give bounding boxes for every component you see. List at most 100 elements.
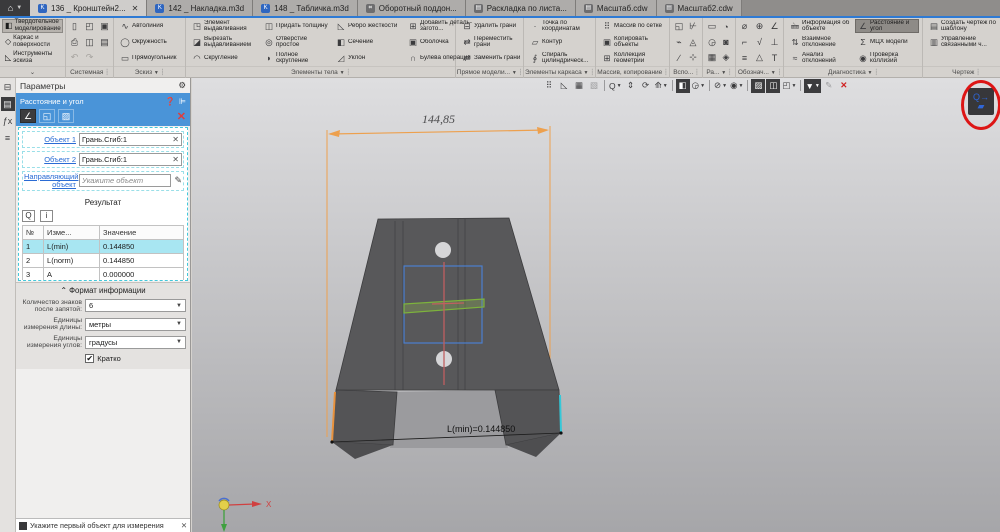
close-icon[interactable]: ✕: [132, 4, 139, 13]
btn-cut-extrude[interactable]: ◪Вырезать выдавливанием: [189, 35, 259, 49]
group-name-frame[interactable]: Элементы каркаса ▼ ┆: [524, 66, 595, 78]
section-view-icon[interactable]: ◫: [766, 79, 780, 93]
close-icon[interactable]: ✕: [181, 521, 187, 530]
gear-icon[interactable]: ⚙: [178, 80, 186, 91]
base-icon[interactable]: ⊥: [767, 35, 782, 50]
table-row[interactable]: 3A0.000000: [23, 267, 184, 280]
ghost-view-icon[interactable]: ◉▼: [729, 79, 744, 93]
variables-fx-icon[interactable]: ƒx: [1, 114, 15, 128]
group-name-body[interactable]: Элементы тела ▼ ┆: [186, 66, 455, 78]
tab-document-5[interactable]: ▤ Раскладка по листа...: [466, 0, 576, 16]
btn-point-coords[interactable]: ∙Точка по координатам: [527, 19, 597, 33]
save-as-icon[interactable]: ▤: [97, 35, 112, 50]
rough-icon[interactable]: √: [752, 35, 767, 50]
object1-link[interactable]: Объект 1: [24, 136, 76, 144]
layout-sheet-icon[interactable]: ▭: [705, 19, 719, 34]
clear-icon[interactable]: ✕: [172, 155, 179, 164]
length-units-select[interactable]: метры▼: [85, 318, 186, 331]
info-icon[interactable]: i: [40, 210, 53, 222]
guide-object-value[interactable]: Укажите объект: [79, 174, 171, 187]
group-name-layout[interactable]: Ра... ▼ ┆: [703, 66, 735, 78]
clip-view-icon[interactable]: ▨: [751, 79, 765, 93]
btn-mass-properties[interactable]: ΣМЦХ модели: [855, 35, 919, 49]
angle-dim-icon[interactable]: ∠: [767, 19, 782, 34]
aux-line-icon[interactable]: ⌁: [672, 35, 686, 50]
print-icon[interactable]: ⎙: [67, 35, 82, 50]
btn-collision-check[interactable]: ◉Проверка коллизий: [855, 51, 919, 65]
btn-autoline[interactable]: ∿Автолиния: [117, 19, 187, 33]
parameters-panel-icon[interactable]: ▤: [1, 97, 15, 111]
btn-full-round[interactable]: ◗Полное скругление: [261, 51, 331, 65]
home-button[interactable]: ⌂▼: [0, 0, 30, 16]
dimension-text[interactable]: 144,85: [422, 112, 455, 126]
group-name-sketch[interactable]: Эскиз ▼ ┆: [114, 66, 185, 78]
group-name-direct[interactable]: Прямое модели... ▼ ┆: [456, 66, 523, 78]
btn-fillet[interactable]: ◠Скругление: [189, 51, 259, 65]
brief-checkbox[interactable]: ✔: [85, 354, 94, 363]
group-name-array[interactable]: Массив, копирование ┆: [596, 66, 669, 78]
btn-mutual-deviation[interactable]: ⇅Взаимное отклонение: [787, 35, 853, 49]
options-list-icon[interactable]: ⊫: [179, 97, 186, 106]
model-viewport[interactable]: 144,85: [192, 78, 1000, 532]
decimals-select[interactable]: 6▼: [85, 299, 186, 312]
object2-link[interactable]: Объект 2: [24, 156, 76, 164]
zoom-icon[interactable]: Q▼: [608, 79, 623, 93]
btn-extrude[interactable]: ◳Элемент выдавливания: [189, 19, 259, 33]
toolbar-grip[interactable]: ⠿: [542, 79, 556, 93]
btn-replace-faces[interactable]: ⇌Заменить грани: [459, 51, 529, 65]
group-name-diagnostics[interactable]: Диагностика ▼ ┆: [784, 66, 922, 78]
layout-close-icon[interactable]: ◈: [719, 50, 733, 65]
tab-document-2[interactable]: K 142 _ Накладка.m3d: [147, 0, 253, 16]
btn-spiral[interactable]: ∮Спираль цилиндрическ...: [527, 51, 597, 65]
tolerance-icon[interactable]: △: [752, 50, 767, 65]
new-doc-icon[interactable]: ▯: [67, 19, 82, 34]
pick-pencil-icon[interactable]: ✎: [174, 175, 182, 186]
object2-value[interactable]: Грань.Сгиб:1✕: [79, 153, 182, 166]
cancel-command-icon[interactable]: ✕: [177, 110, 186, 123]
abort-icon[interactable]: ✕: [837, 79, 851, 93]
group-name-designation[interactable]: Обознач... ▼ ┆: [736, 66, 783, 78]
eraser-icon[interactable]: ⌀: [737, 19, 752, 34]
col-measure[interactable]: Изме...: [44, 225, 100, 239]
display-mode-icon[interactable]: ◶▼: [691, 79, 706, 93]
col-value[interactable]: Значение: [100, 225, 184, 239]
clear-icon[interactable]: ✕: [172, 135, 179, 144]
text-icon[interactable]: Т: [767, 50, 782, 65]
datum-icon[interactable]: ⊕: [752, 19, 767, 34]
btn-manage-linked[interactable]: ▥Управление связанными ч...: [926, 35, 1000, 49]
btn-circle[interactable]: ◯Окружность: [117, 35, 187, 49]
bracket-left-leg[interactable]: [332, 390, 397, 445]
group-name-drawing[interactable]: Чертеж ┆: [923, 66, 1000, 78]
aux-point-icon[interactable]: ◬: [686, 35, 700, 50]
aux-cs-icon[interactable]: ⊹: [686, 50, 700, 65]
redo-icon[interactable]: ↷: [82, 50, 97, 65]
btn-contour[interactable]: ▱Контур: [527, 35, 597, 49]
mode-wireframe-surfaces[interactable]: ◇Каркас и поверхности: [2, 35, 63, 49]
origin-sphere[interactable]: [219, 500, 229, 510]
tool-measure-area-icon[interactable]: ▨: [58, 109, 74, 123]
btn-section[interactable]: ◧Сечение: [333, 35, 403, 49]
shaded-view-icon[interactable]: ◧: [676, 79, 690, 93]
dimension-line[interactable]: [330, 130, 547, 134]
hole-top[interactable]: [435, 242, 451, 258]
group-name-system[interactable]: Системная ┆: [66, 66, 113, 78]
btn-move-faces[interactable]: ⇄Переместить грани: [459, 35, 529, 49]
btn-create-drawing[interactable]: ▤Создать чертеж по шаблону: [926, 19, 1000, 33]
edge-highlight-cyan[interactable]: [560, 395, 561, 433]
btn-simple-hole[interactable]: ◎Отверстие простое: [261, 35, 331, 49]
btn-geometry-collection[interactable]: ⊞Коллекция геометрии: [599, 51, 669, 65]
menu-lines-icon[interactable]: ≡: [1, 131, 15, 145]
leader-icon[interactable]: ⌐: [737, 35, 752, 50]
btn-deviation-analysis[interactable]: ≈Анализ отклонений: [787, 51, 853, 65]
exit-sketch-icon[interactable]: ▧: [587, 79, 601, 93]
orientation-icon[interactable]: ⟰▼: [654, 79, 669, 93]
preview-icon[interactable]: ◫: [82, 35, 97, 50]
zoom-to-result-icon[interactable]: Q: [22, 210, 35, 222]
btn-draft[interactable]: ◿Уклон: [333, 51, 403, 65]
local-section-icon[interactable]: ◰▼: [781, 79, 797, 93]
format-info-header[interactable]: ⌃ Формат информации: [16, 283, 190, 298]
btn-grid-array[interactable]: ⠿Массив по сетке: [599, 19, 669, 33]
angle-units-select[interactable]: градусы▼: [85, 336, 186, 349]
tool-distance-angle-icon[interactable]: ∠: [20, 109, 36, 123]
undo-icon[interactable]: ↶: [67, 50, 82, 65]
